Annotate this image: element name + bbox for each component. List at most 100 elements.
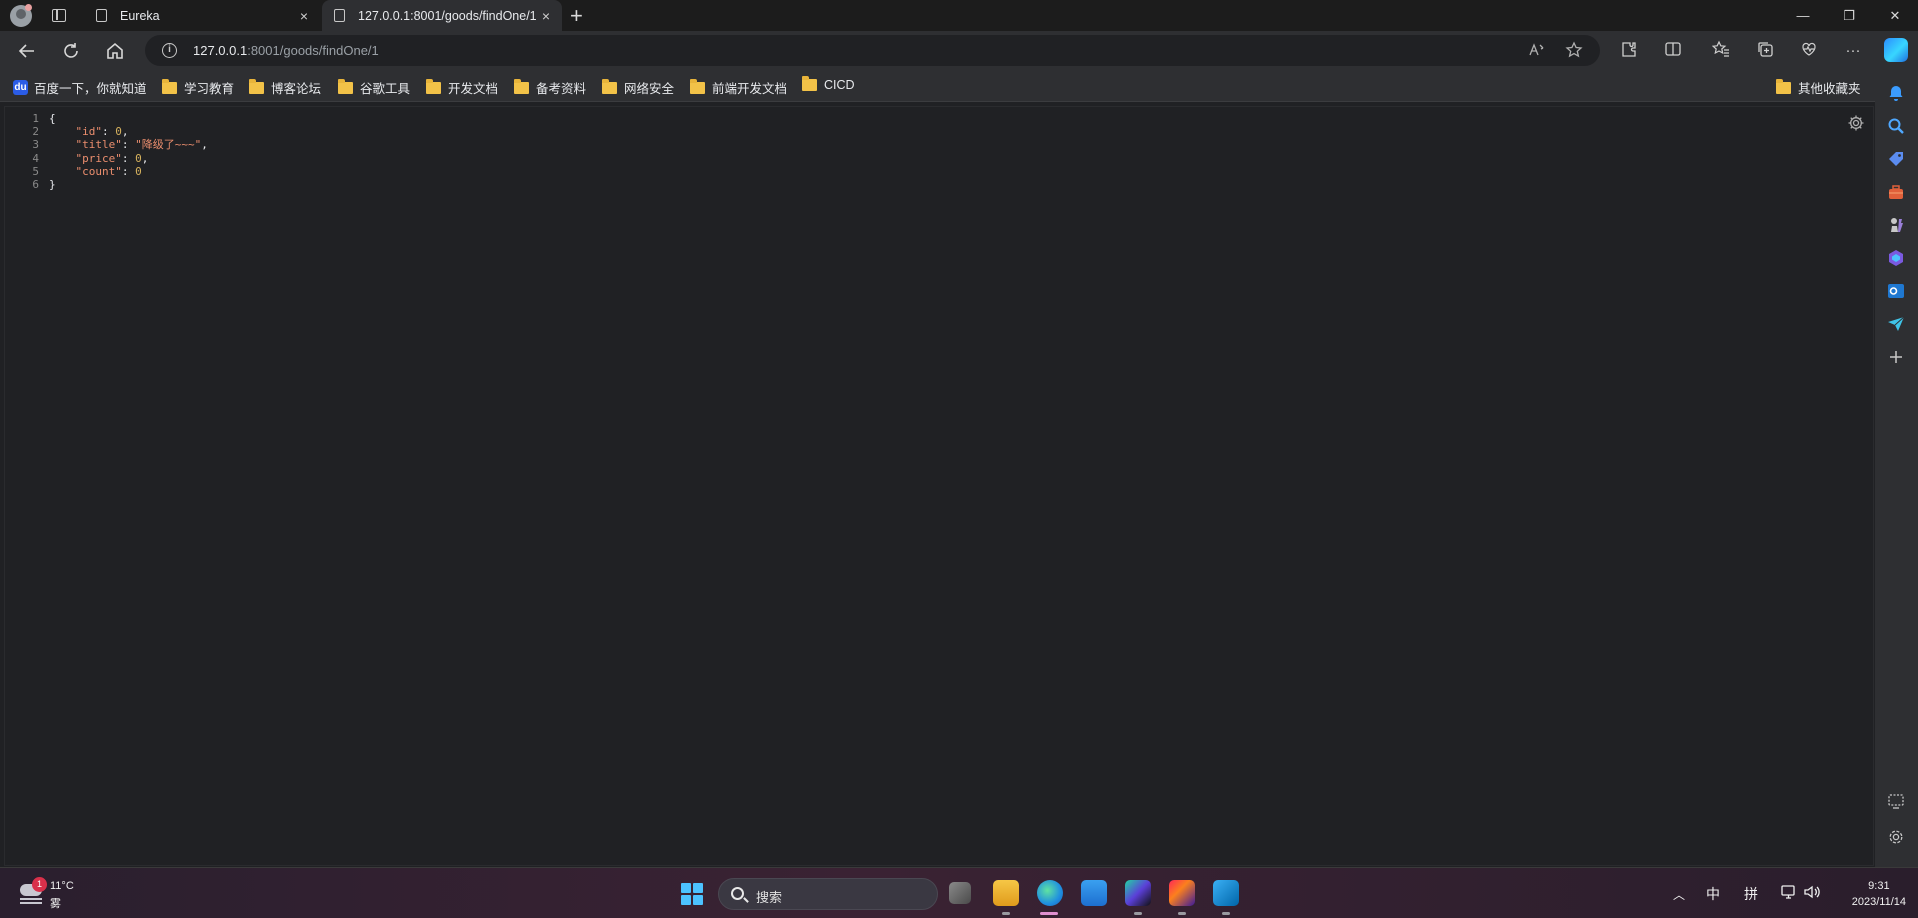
copilot-sidebar-icon[interactable] xyxy=(1886,248,1906,268)
bookmark-folder-exam[interactable]: 备考资料 xyxy=(514,78,586,97)
volume-icon[interactable] xyxy=(1803,884,1821,903)
network-icon[interactable] xyxy=(1780,884,1798,903)
bookmark-label: 备考资料 xyxy=(536,82,587,96)
json-value: 0 xyxy=(115,125,122,139)
bookmark-folder-study[interactable]: 学习教育 xyxy=(162,78,234,97)
folder-icon xyxy=(690,78,705,94)
edge-browser-icon[interactable] xyxy=(1037,880,1063,906)
bookmark-label: 百度一下，你就知道 xyxy=(34,82,147,96)
viewer-settings-gear-icon[interactable] xyxy=(1847,114,1865,132)
minimize-button[interactable]: — xyxy=(1780,0,1826,31)
bookmark-folder-other[interactable]: 其他收藏夹 xyxy=(1776,78,1861,97)
add-sidebar-app-icon[interactable] xyxy=(1886,347,1906,367)
browser-essentials-icon[interactable] xyxy=(1798,40,1820,62)
baidu-icon: du xyxy=(13,80,28,95)
datagrip-icon[interactable] xyxy=(1125,880,1151,906)
weather-description[interactable]: 雾 xyxy=(50,895,61,911)
weather-temperature[interactable]: 11°C xyxy=(50,880,74,892)
tab-find-one[interactable]: 127.0.0.1:8001/goods/findOne/1 × xyxy=(322,0,562,31)
close-brace: } xyxy=(49,178,56,192)
bookmark-baidu[interactable]: du 百度一下，你就知道 xyxy=(13,78,147,97)
folder-icon xyxy=(802,76,817,91)
favorite-star-icon[interactable] xyxy=(1565,41,1583,63)
back-arrow-icon[interactable] xyxy=(16,40,38,62)
page-icon xyxy=(96,9,107,22)
tools-briefcase-icon[interactable] xyxy=(1886,182,1906,202)
bookmark-label: 前端开发文档 xyxy=(712,82,788,96)
bookmarks-bar: du 百度一下，你就知道 学习教育 博客论坛 谷歌工具 开发文档 备考资料 网络安… xyxy=(0,71,1918,102)
code-line: 4 "price": 0, xyxy=(5,152,208,165)
weather-badge: 1 xyxy=(32,877,47,892)
json-key: "id" xyxy=(75,125,103,139)
bookmark-label: 博客论坛 xyxy=(271,82,322,96)
bookmark-folder-blogs[interactable]: 博客论坛 xyxy=(249,78,321,97)
code-line: 1 { xyxy=(5,112,208,125)
bookmark-label: 谷歌工具 xyxy=(360,82,411,96)
system-clock[interactable]: 9:31 2023/11/14 xyxy=(1852,878,1906,910)
line-number: 3 xyxy=(32,138,39,152)
tab-actions-icon[interactable] xyxy=(52,9,66,22)
extensions-icon[interactable] xyxy=(1618,40,1640,62)
json-value: 0 xyxy=(135,151,142,165)
more-options-icon[interactable]: ··· xyxy=(1842,40,1864,62)
json-key: "count" xyxy=(75,164,122,178)
windows-start-icon[interactable] xyxy=(681,883,703,905)
ime-language[interactable]: 中 xyxy=(1706,884,1720,904)
folder-icon xyxy=(426,78,441,94)
taskbar-search-box[interactable]: 搜索 xyxy=(718,878,938,910)
chevron-up-icon[interactable]: ︿ xyxy=(1673,886,1685,903)
site-info-icon[interactable]: i xyxy=(162,43,177,58)
intellij-idea-icon[interactable] xyxy=(1169,880,1195,906)
sidebar-settings-gear-icon[interactable] xyxy=(1886,827,1906,847)
read-aloud-icon[interactable] xyxy=(1528,41,1546,63)
tab-eureka[interactable]: Eureka × xyxy=(84,0,320,31)
screenshot-capture-icon[interactable] xyxy=(1886,791,1906,811)
file-explorer-icon[interactable] xyxy=(993,880,1019,906)
refresh-icon[interactable] xyxy=(60,40,82,62)
microsoft-store-icon[interactable] xyxy=(1081,880,1107,906)
split-screen-icon[interactable] xyxy=(1662,40,1684,62)
bookmark-folder-cicd[interactable]: CICD xyxy=(802,76,855,92)
folder-icon xyxy=(249,78,264,94)
folder-icon xyxy=(338,78,353,94)
folder-icon xyxy=(162,78,177,94)
new-tab-button[interactable]: + xyxy=(570,3,583,29)
task-view-icon[interactable] xyxy=(949,882,971,904)
line-number: 6 xyxy=(32,178,39,192)
folder-icon xyxy=(602,78,617,94)
favorites-icon[interactable] xyxy=(1710,40,1732,62)
bookmark-folder-dev-docs[interactable]: 开发文档 xyxy=(426,78,498,97)
json-key: "title" xyxy=(75,138,122,152)
close-tab-icon[interactable]: × xyxy=(294,8,314,24)
games-chess-icon[interactable] xyxy=(1886,215,1906,235)
bookmark-folder-security[interactable]: 网络安全 xyxy=(602,78,674,97)
copilot-icon[interactable] xyxy=(1884,38,1908,62)
bookmark-label: 网络安全 xyxy=(624,82,675,96)
code-line: 5 "count": 0 xyxy=(5,165,208,178)
bookmark-label: 学习教育 xyxy=(184,82,235,96)
code-line: 6 } xyxy=(5,178,208,191)
close-tab-icon[interactable]: × xyxy=(536,8,556,24)
address-bar[interactable]: i 127.0.0.1:8001/goods/findOne/1 xyxy=(145,35,1600,66)
collections-icon[interactable] xyxy=(1754,40,1776,62)
outlook-icon[interactable] xyxy=(1886,281,1906,301)
notification-bell-icon[interactable] xyxy=(1886,83,1906,103)
bookmark-label: CICD xyxy=(824,78,855,92)
search-icon[interactable] xyxy=(1886,116,1906,136)
line-number: 5 xyxy=(32,164,39,178)
bookmark-label: 其他收藏夹 xyxy=(1798,82,1861,96)
home-icon[interactable] xyxy=(104,40,126,62)
shopping-tag-icon[interactable] xyxy=(1886,149,1906,169)
send-paper-plane-icon[interactable] xyxy=(1886,314,1906,334)
line-number: 2 xyxy=(32,125,39,139)
close-window-button[interactable]: ✕ xyxy=(1872,0,1918,31)
restore-button[interactable]: ❐ xyxy=(1826,0,1872,31)
open-brace: { xyxy=(49,112,56,125)
page-content: 1 { 2 "id": 0, 3 "title": "降级了~~~", 4 "p… xyxy=(0,102,1875,867)
bookmark-folder-google-tools[interactable]: 谷歌工具 xyxy=(338,78,410,97)
vscode-icon[interactable] xyxy=(1213,880,1239,906)
bookmark-folder-frontend-docs[interactable]: 前端开发文档 xyxy=(690,78,787,97)
ime-mode[interactable]: 拼 xyxy=(1744,884,1758,904)
url-text: 127.0.0.1:8001/goods/findOne/1 xyxy=(193,43,379,58)
windows-taskbar: 1 11°C 雾 搜索 ︿ 中 拼 9:31 2023/11/14 xyxy=(0,867,1918,918)
